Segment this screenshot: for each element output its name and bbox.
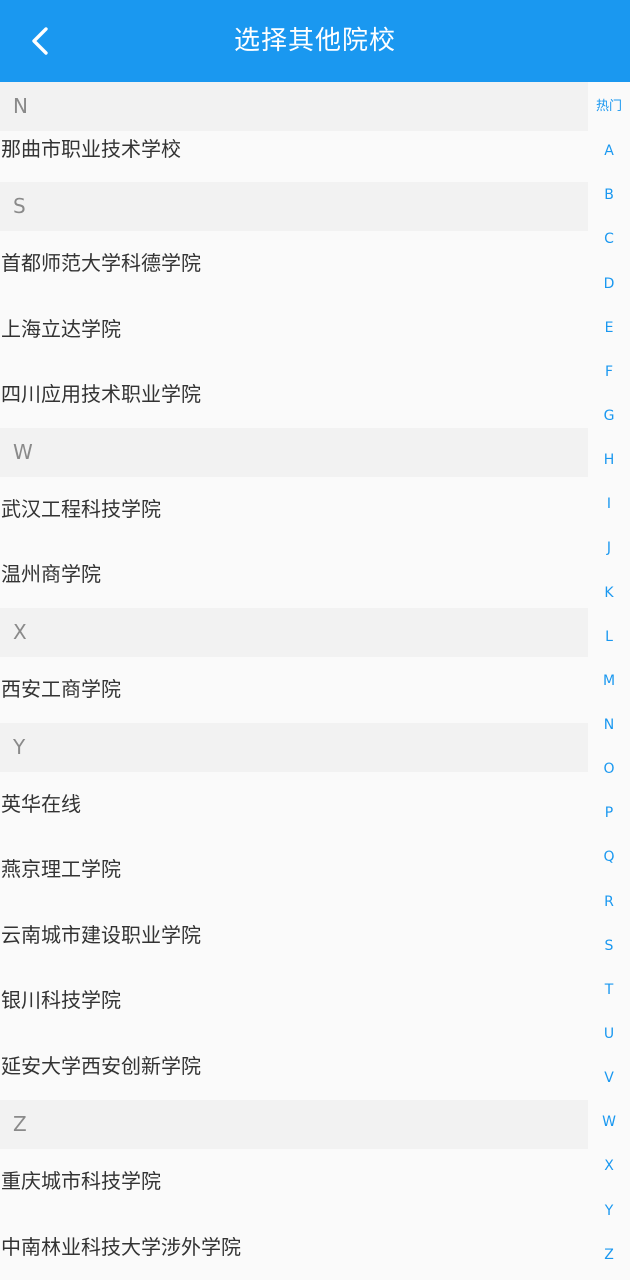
index-c[interactable]: C: [604, 228, 614, 250]
page-title: 选择其他院校: [233, 26, 396, 56]
section-header-w: W: [0, 427, 588, 477]
school-item[interactable]: 重庆城市科技学院: [0, 1149, 588, 1215]
school-item[interactable]: 燕京理工学院: [0, 837, 588, 903]
school-item[interactable]: 上海立达学院: [0, 297, 588, 363]
index-x[interactable]: X: [604, 1155, 614, 1177]
school-item[interactable]: 那曲市职业技术学校: [0, 131, 588, 182]
index-m[interactable]: M: [603, 670, 615, 692]
section-header-x: X: [0, 607, 588, 657]
index-n[interactable]: N: [604, 714, 614, 736]
index-o[interactable]: O: [603, 758, 614, 780]
index-a[interactable]: A: [604, 140, 614, 162]
index-e[interactable]: E: [605, 317, 614, 339]
index-j[interactable]: J: [607, 537, 611, 559]
index-y[interactable]: Y: [605, 1200, 614, 1222]
index-u[interactable]: U: [604, 1023, 614, 1045]
school-item[interactable]: 云南城市建设职业学院: [0, 903, 588, 969]
alphabet-index-bar[interactable]: 热门 A B C D E F G H I J K L M N O P Q R S…: [588, 96, 630, 1276]
index-t[interactable]: T: [605, 979, 614, 1001]
school-item[interactable]: 中南林业科技大学涉外学院: [0, 1214, 588, 1280]
index-k[interactable]: K: [604, 582, 613, 604]
index-z[interactable]: Z: [604, 1244, 614, 1266]
school-item[interactable]: 首都师范大学科德学院: [0, 231, 588, 297]
index-p[interactable]: P: [605, 802, 613, 824]
index-v[interactable]: V: [604, 1067, 614, 1089]
school-item[interactable]: 武汉工程科技学院: [0, 477, 588, 543]
index-s[interactable]: S: [605, 935, 614, 957]
index-l[interactable]: L: [605, 626, 613, 648]
app-header: 选择其他院校: [0, 0, 630, 82]
index-hot[interactable]: 热门: [596, 96, 622, 118]
index-q[interactable]: Q: [603, 846, 614, 868]
index-r[interactable]: R: [604, 891, 614, 913]
school-item[interactable]: 延安大学西安创新学院: [0, 1034, 588, 1100]
school-item[interactable]: 银川科技学院: [0, 968, 588, 1034]
school-list[interactable]: N 那曲市职业技术学校 S 首都师范大学科德学院 上海立达学院 四川应用技术职业…: [0, 82, 588, 1280]
school-item[interactable]: 英华在线: [0, 772, 588, 838]
index-i[interactable]: I: [607, 493, 611, 515]
index-f[interactable]: F: [605, 361, 613, 383]
index-w[interactable]: W: [602, 1111, 616, 1133]
index-g[interactable]: G: [604, 405, 615, 427]
section-header-n: N: [0, 82, 588, 131]
index-b[interactable]: B: [604, 184, 614, 206]
school-item[interactable]: 四川应用技术职业学院: [0, 362, 588, 428]
index-h[interactable]: H: [604, 449, 615, 471]
section-header-y: Y: [0, 722, 588, 772]
school-item[interactable]: 西安工商学院: [0, 657, 588, 723]
school-item[interactable]: 温州商学院: [0, 542, 588, 608]
index-d[interactable]: D: [604, 273, 615, 295]
section-header-z: Z: [0, 1099, 588, 1149]
section-header-s: S: [0, 182, 588, 231]
